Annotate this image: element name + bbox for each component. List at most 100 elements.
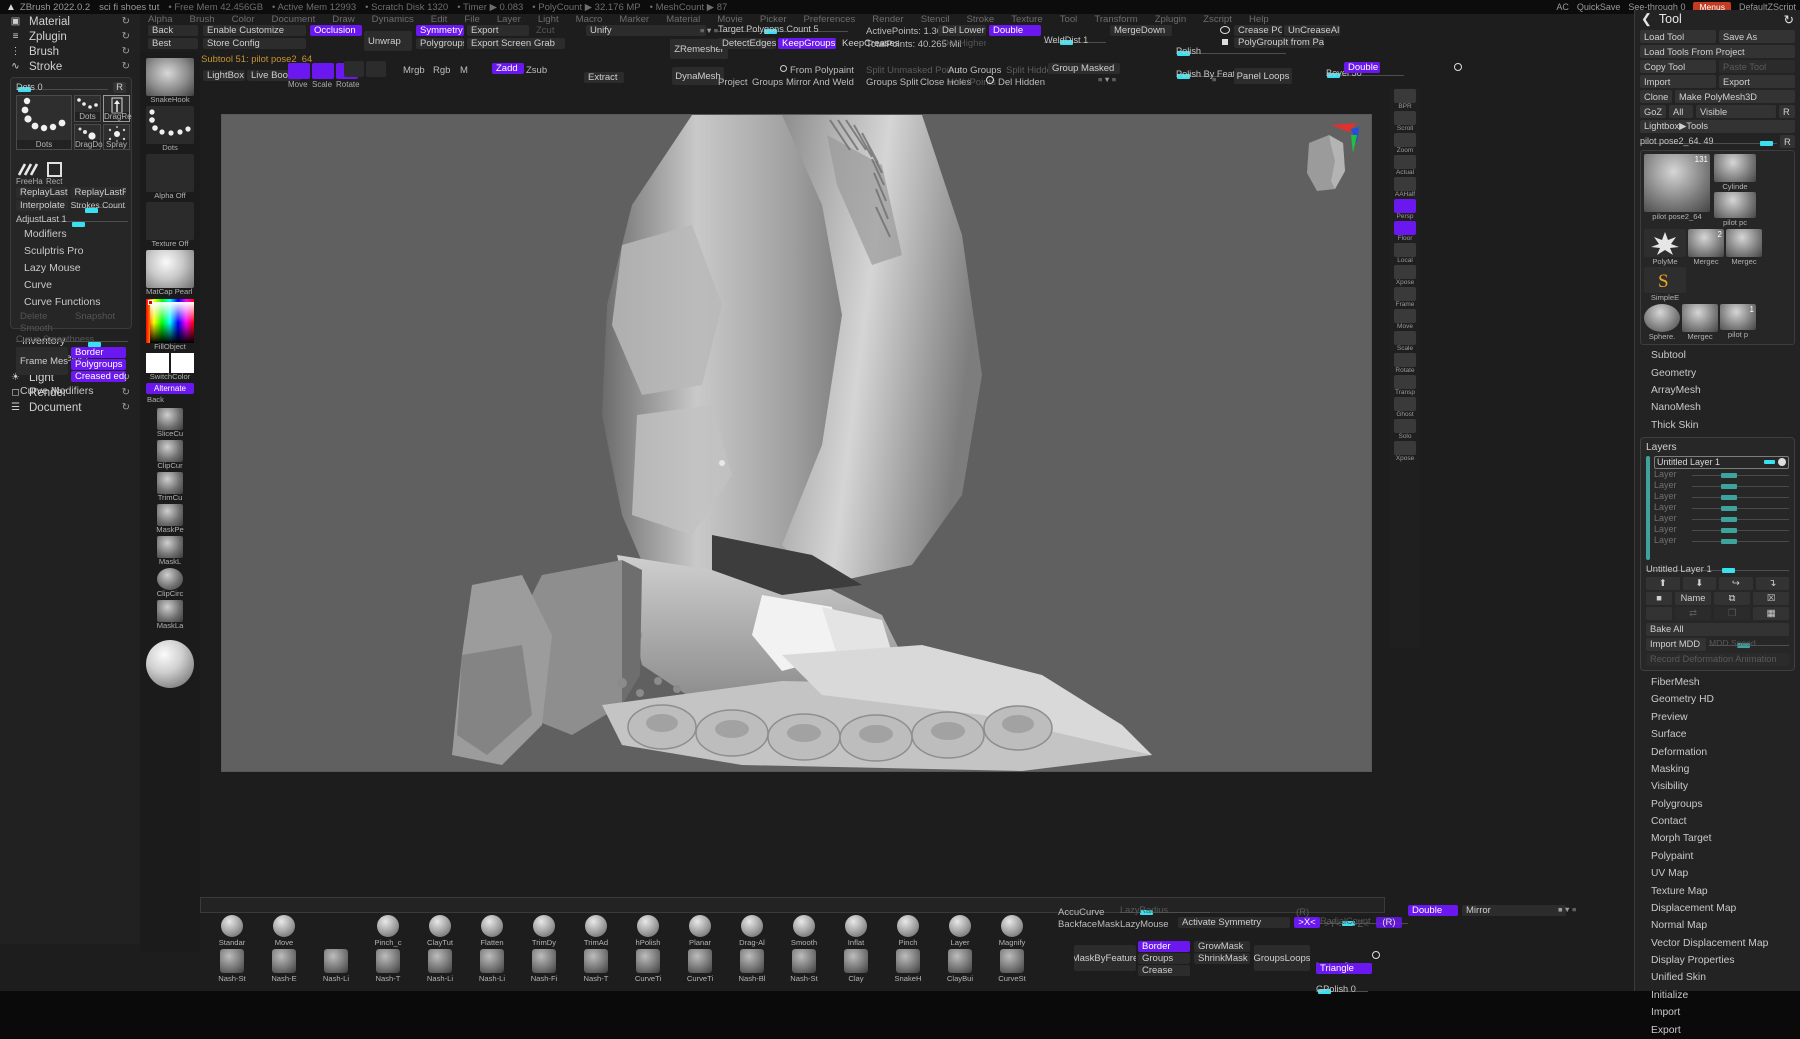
right-strip-ghost[interactable]: Ghost bbox=[1392, 397, 1418, 418]
menu-item-stroke[interactable]: Stroke bbox=[967, 14, 995, 25]
right-strip-xpose[interactable]: Xpose bbox=[1392, 441, 1418, 462]
layer-row[interactable]: Layer bbox=[1654, 535, 1789, 546]
del-hidden-radio[interactable] bbox=[986, 76, 994, 84]
menu-item-document[interactable]: Document bbox=[272, 14, 316, 25]
section-morph-target[interactable]: Morph Target bbox=[1635, 830, 1800, 847]
palette-brush[interactable]: ⋮ Brush ↻ bbox=[0, 44, 140, 59]
brush-trimad[interactable]: TrimAd bbox=[570, 915, 622, 947]
color-swatches[interactable] bbox=[146, 353, 194, 373]
freehand-icon[interactable] bbox=[16, 162, 42, 178]
menu-item-render[interactable]: Render bbox=[872, 14, 903, 25]
menu-item-texture[interactable]: Texture bbox=[1011, 14, 1042, 25]
lightbox-tools-button[interactable]: Lightbox▶Tools bbox=[1640, 120, 1795, 133]
auto-groups-button[interactable]: Auto Groups bbox=[948, 65, 1001, 76]
layer-row-selected[interactable]: Untitled Layer 1 bbox=[1654, 455, 1789, 469]
menu-item-preferences[interactable]: Preferences bbox=[804, 14, 856, 25]
section-unified-skin[interactable]: Unified Skin bbox=[1635, 969, 1800, 986]
brush-nash-t[interactable]: Nash-T bbox=[362, 949, 414, 983]
symmetry-z-button[interactable]: >Z< bbox=[1352, 919, 1369, 930]
mrgb-button[interactable]: Mrgb bbox=[403, 65, 425, 76]
current-tool-r-button[interactable]: R bbox=[1780, 135, 1795, 148]
creased-edges-button[interactable]: Creased edges bbox=[71, 371, 126, 382]
best-button[interactable]: Best bbox=[148, 38, 198, 49]
layer-row[interactable]: Layer bbox=[1654, 480, 1789, 491]
brush-planar[interactable]: Planar bbox=[674, 915, 726, 947]
backfacemask-button[interactable]: BackfaceMask bbox=[1058, 919, 1120, 930]
menu-item-marker[interactable]: Marker bbox=[619, 14, 649, 25]
uncreaseall-button[interactable]: UnCreaseAll bbox=[1284, 25, 1340, 36]
polygroups-button-top[interactable]: Polygroups bbox=[416, 38, 464, 49]
layer-name-slider[interactable]: Untitled Layer 1 bbox=[1646, 563, 1789, 574]
brush-nash-st[interactable]: Nash-St bbox=[778, 949, 830, 983]
tool-texture[interactable]: Texture Off bbox=[146, 202, 194, 248]
tool-clipcur[interactable]: ClipCur bbox=[146, 440, 194, 470]
brush-inflat[interactable]: Inflat bbox=[830, 915, 882, 947]
section-fibermesh[interactable]: FiberMesh bbox=[1635, 674, 1800, 691]
section-arraymesh[interactable]: ArrayMesh bbox=[1635, 382, 1800, 399]
dynamesh-button[interactable]: DynaMesh bbox=[672, 67, 724, 85]
unwrap-button[interactable]: Unwrap bbox=[364, 31, 412, 51]
brush-standar[interactable]: Standar bbox=[206, 915, 258, 947]
tool-snakehook[interactable]: SnakeHook bbox=[146, 58, 194, 104]
polish0-radio[interactable] bbox=[1454, 63, 1462, 71]
brush-nash-e[interactable]: Nash-E bbox=[258, 949, 310, 983]
right-strip-xpose[interactable]: Xpose bbox=[1392, 265, 1418, 286]
layer-slider[interactable] bbox=[1692, 492, 1789, 501]
menu-item-transform[interactable]: Transform bbox=[1094, 14, 1137, 25]
layer-merge-down-icon[interactable]: ↴ bbox=[1755, 576, 1789, 590]
palette-material[interactable]: ▣ Material ↻ bbox=[0, 14, 140, 29]
smooth-button[interactable]: Smooth bbox=[16, 323, 68, 334]
viewport-canvas[interactable] bbox=[221, 114, 1372, 772]
crease-bottom-button[interactable]: Crease bbox=[1138, 965, 1190, 976]
welddist-slider[interactable]: WeldDist 1 bbox=[1044, 35, 1106, 46]
layer-slider[interactable] bbox=[1692, 481, 1789, 490]
brush-nash-fi[interactable]: Nash-Fi bbox=[518, 949, 570, 983]
copy-tool-button[interactable]: Copy Tool bbox=[1640, 60, 1716, 73]
export-button[interactable]: Export bbox=[467, 25, 529, 36]
tool-maskl[interactable]: MaskL bbox=[146, 536, 194, 566]
menu-item-zplugin[interactable]: Zplugin bbox=[1155, 14, 1186, 25]
group-masked-button[interactable]: Group Masked bbox=[1048, 63, 1120, 74]
panel-loops-button[interactable]: Panel Loops bbox=[1234, 68, 1292, 84]
brush-curvest[interactable]: CurveSt bbox=[986, 949, 1038, 983]
layer-name-button[interactable]: Name bbox=[1675, 591, 1711, 605]
project-button[interactable]: Project bbox=[718, 77, 748, 88]
make-polymesh3d-button[interactable]: Make PolyMesh3D bbox=[1675, 90, 1795, 103]
right-strip-actual[interactable]: Actual bbox=[1392, 155, 1418, 176]
snapshot-button[interactable]: Snapshot bbox=[71, 311, 126, 322]
tool-switchcolor[interactable]: SwitchColor bbox=[146, 353, 194, 381]
layer-split-icon[interactable]: ⇄ bbox=[1675, 606, 1711, 620]
visible-button[interactable]: Visible bbox=[1696, 105, 1776, 118]
layer-copy-icon[interactable]: ❐ bbox=[1714, 606, 1750, 620]
layer-record-icon[interactable] bbox=[1778, 458, 1786, 467]
tool-thumb-9[interactable]: 1 pilot p bbox=[1720, 304, 1756, 341]
tool-panel-reset-icon[interactable]: ↻ bbox=[1784, 12, 1794, 27]
all-button[interactable]: All bbox=[1669, 105, 1693, 118]
dots-slider[interactable]: Dots 0 bbox=[16, 82, 108, 93]
section-geometry[interactable]: Geometry bbox=[1635, 364, 1800, 381]
groupsloops-button[interactable]: GroupsLoops bbox=[1254, 945, 1310, 971]
del-lower-button[interactable]: Del Lower bbox=[938, 25, 986, 36]
tool-maskpe[interactable]: MaskPe bbox=[146, 504, 194, 534]
section-visibility[interactable]: Visibility bbox=[1635, 778, 1800, 795]
curve-modifiers-section[interactable]: Curve Modifiers bbox=[16, 382, 126, 399]
mergedown-button[interactable]: MergeDown bbox=[1110, 25, 1172, 36]
layer-slider[interactable] bbox=[1692, 503, 1789, 512]
tool-thumb-5[interactable]: 2 Mergec bbox=[1688, 229, 1724, 302]
section-vector-displacement-map[interactable]: Vector Displacement Map bbox=[1635, 935, 1800, 952]
unify-axis-icons[interactable]: ≡▼≡ bbox=[700, 26, 719, 35]
mirror-button[interactable]: Mirror bbox=[1462, 905, 1566, 916]
menu-item-tool[interactable]: Tool bbox=[1060, 14, 1078, 25]
menu-item-alpha[interactable]: Alpha bbox=[148, 14, 173, 25]
symmetry-r-button[interactable]: (R) bbox=[1376, 917, 1402, 928]
lazyradius-slider[interactable]: LazyRadius bbox=[1120, 905, 1210, 916]
menu-item-picker[interactable]: Picker bbox=[760, 14, 787, 25]
brush-layer[interactable]: Layer bbox=[934, 915, 986, 947]
stroke-thumb-dots-large[interactable]: Dots bbox=[16, 95, 72, 150]
layer-delete-icon[interactable]: ☒ bbox=[1753, 591, 1789, 605]
layer-row[interactable]: Layer bbox=[1654, 469, 1789, 480]
mirror-and-weld-button[interactable]: Mirror And Weld bbox=[786, 77, 854, 88]
double-button[interactable]: Double bbox=[989, 25, 1041, 36]
del-hidden-button[interactable]: Del Hidden bbox=[998, 77, 1045, 88]
tool-alternate[interactable]: Alternate bbox=[146, 383, 194, 394]
